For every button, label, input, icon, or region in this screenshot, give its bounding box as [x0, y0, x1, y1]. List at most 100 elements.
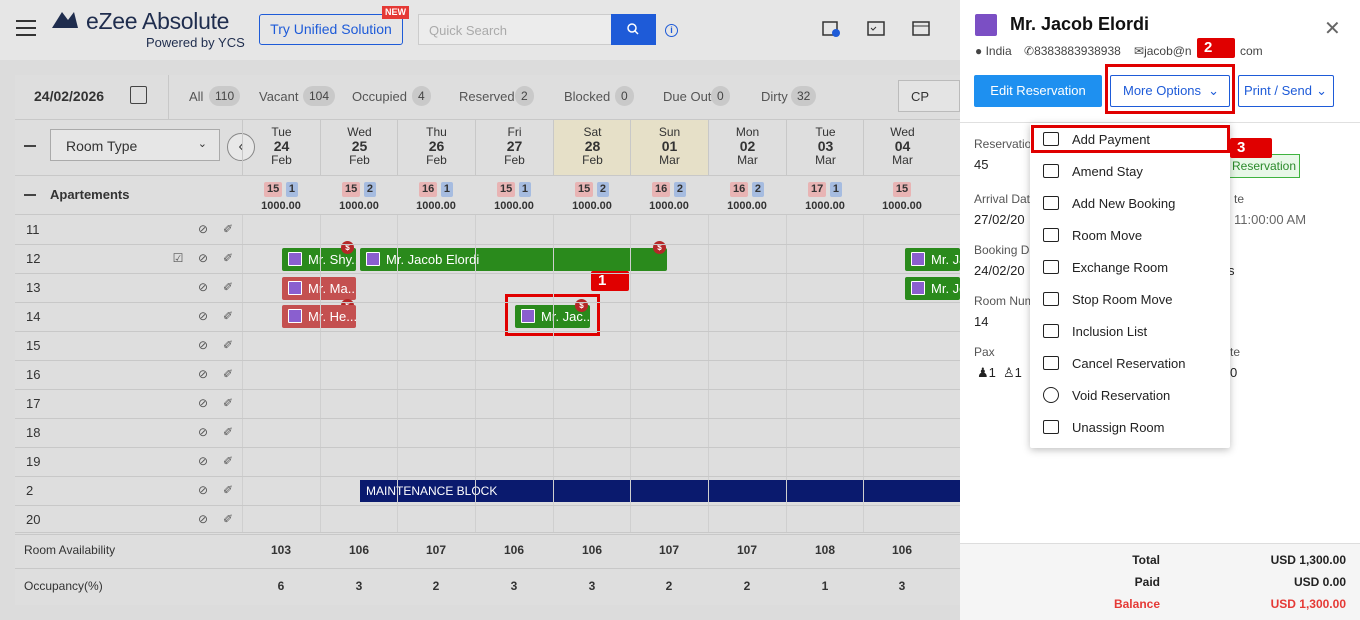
menu-item-stop-room-move[interactable]: Stop Room Move	[1030, 284, 1230, 316]
info-icon[interactable]: i	[665, 24, 678, 37]
date-picker-icon[interactable]	[130, 86, 147, 104]
room-number: 2	[26, 483, 34, 498]
non-smoking-icon: ⊘	[197, 396, 209, 410]
rate-cell: 16 2 1000.00	[708, 180, 786, 212]
status-count-label[interactable]: Due Out	[663, 89, 711, 104]
checked-icon: ☑	[172, 251, 184, 265]
rate-cell: 16 1 1000.00	[397, 180, 475, 212]
checklist-icon[interactable]	[867, 19, 885, 37]
menu-item-inclusion-list[interactable]: Inclusion List	[1030, 316, 1230, 348]
broom-icon[interactable]: ✐	[220, 425, 236, 441]
broom-icon[interactable]: ✐	[220, 251, 236, 267]
status-count-label[interactable]: Blocked	[564, 89, 610, 104]
room-type-select[interactable]: Room Type ⌄	[50, 129, 220, 161]
menu-item-label: Add New Booking	[1072, 196, 1176, 211]
adult-icon: ♟	[977, 365, 989, 380]
quick-search-input[interactable]: Quick Search	[418, 14, 612, 45]
rate-plan-select[interactable]: CP	[898, 80, 960, 112]
non-smoking-icon: ⊘	[197, 425, 209, 439]
rate-amount: 1000.00	[572, 200, 612, 212]
brand-subtitle: Powered by YCS	[146, 35, 245, 50]
rate-amount: 1000.00	[882, 200, 922, 212]
menu-item-label: Add Payment	[1072, 132, 1151, 147]
menu-item-label: Inclusion List	[1072, 324, 1148, 339]
room-number: 14	[974, 314, 989, 329]
calendar-icon[interactable]	[912, 19, 930, 37]
reservation-label: Reservatio	[974, 137, 1032, 151]
print-send-button[interactable]: Print / Send ⌄	[1238, 75, 1334, 107]
menu-item-label: Stop Room Move	[1072, 292, 1173, 307]
room-row	[15, 274, 960, 303]
new-reservation-calendar-icon[interactable]	[822, 19, 840, 37]
occupancy-label: Occupancy(%)	[24, 579, 103, 593]
broom-icon[interactable]: ✐	[220, 483, 236, 499]
guest-country: ● India	[975, 44, 1012, 58]
broom-icon[interactable]: ✐	[220, 367, 236, 383]
availability-count: 15	[497, 182, 516, 197]
menu-item-room-move[interactable]: Room Move	[1030, 220, 1230, 252]
group-collapse-icon[interactable]	[24, 194, 36, 196]
occupancy-value: 1	[821, 579, 829, 593]
menu-item-label: Void Reservation	[1072, 388, 1171, 403]
room-row	[15, 245, 960, 274]
menu-item-cancel-reservation[interactable]: Cancel Reservation	[1030, 348, 1230, 380]
total-label: Total	[1132, 553, 1160, 567]
menu-item-void-reservation[interactable]: Void Reservation	[1030, 380, 1230, 412]
room-row	[15, 303, 960, 332]
menu-item-exchange-room[interactable]: Exchange Room	[1030, 252, 1230, 284]
booked-count: 1	[829, 182, 842, 197]
close-icon[interactable]: ✕	[1324, 16, 1341, 41]
menu-item-add-new-booking[interactable]: Add New Booking	[1030, 188, 1230, 220]
menu-item-add-payment[interactable]: Add Payment	[1030, 124, 1230, 156]
day-number: 25	[351, 138, 368, 154]
pax-label: Pax	[974, 345, 995, 359]
month: Feb	[504, 153, 525, 167]
broom-icon[interactable]: ✐	[220, 309, 236, 325]
status-count-label[interactable]: Occupied	[352, 89, 407, 104]
booked-count: 2	[673, 182, 686, 197]
search-button[interactable]	[611, 14, 656, 45]
room-number: 12	[26, 251, 41, 266]
availability-label: Room Availability	[24, 543, 116, 557]
menu-item-amend-stay[interactable]: Amend Stay	[1030, 156, 1230, 188]
day-of-week: Sat	[583, 125, 602, 139]
edit-reservation-button[interactable]: Edit Reservation	[974, 75, 1102, 107]
hamburger-menu-icon[interactable]	[16, 20, 36, 36]
status-count-label[interactable]: All	[189, 89, 203, 104]
broom-icon[interactable]: ✐	[220, 512, 236, 528]
broom-icon[interactable]: ✐	[220, 454, 236, 470]
total-value: USD 1,300.00	[1270, 553, 1346, 567]
rate-amount: 1000.00	[339, 200, 379, 212]
broom-icon[interactable]: ✐	[220, 222, 236, 238]
room-number: 11	[26, 222, 40, 237]
status-count-value: 32	[791, 86, 817, 106]
cancel-calendar-icon	[1043, 356, 1059, 370]
non-smoking-icon: ⊘	[197, 367, 209, 381]
menu-item-label: Room Move	[1072, 228, 1143, 243]
occupancy-value: 6	[277, 579, 285, 593]
day-number: 28	[584, 138, 601, 154]
status-count-value: 104	[303, 86, 336, 106]
non-smoking-icon: ⊘	[197, 309, 209, 323]
status-count-label[interactable]: Vacant	[259, 89, 299, 104]
new-badge: NEW	[382, 6, 409, 19]
day-number: 24	[273, 138, 290, 154]
apartment-icon	[975, 14, 997, 36]
menu-item-unassign-room[interactable]: Unassign Room	[1030, 412, 1230, 444]
broom-icon[interactable]: ✐	[220, 396, 236, 412]
menu-item-label: Amend Stay	[1072, 164, 1143, 179]
status-count-value: 0	[615, 86, 634, 106]
day-header: Fri 27 Feb	[475, 120, 553, 175]
broom-icon[interactable]: ✐	[220, 338, 236, 354]
broom-icon[interactable]: ✐	[220, 280, 236, 296]
status-count-label[interactable]: Dirty	[761, 89, 788, 104]
day-number: 03	[817, 138, 834, 154]
availability-value: 106	[348, 543, 370, 557]
collapse-icon[interactable]	[24, 145, 36, 147]
print-send-label: Print / Send	[1244, 83, 1312, 98]
room-number: 18	[26, 425, 41, 440]
month: Mar	[815, 153, 836, 167]
day-of-week: Tue	[815, 125, 836, 139]
month: Feb	[271, 153, 292, 167]
status-count-label[interactable]: Reserved	[459, 89, 515, 104]
